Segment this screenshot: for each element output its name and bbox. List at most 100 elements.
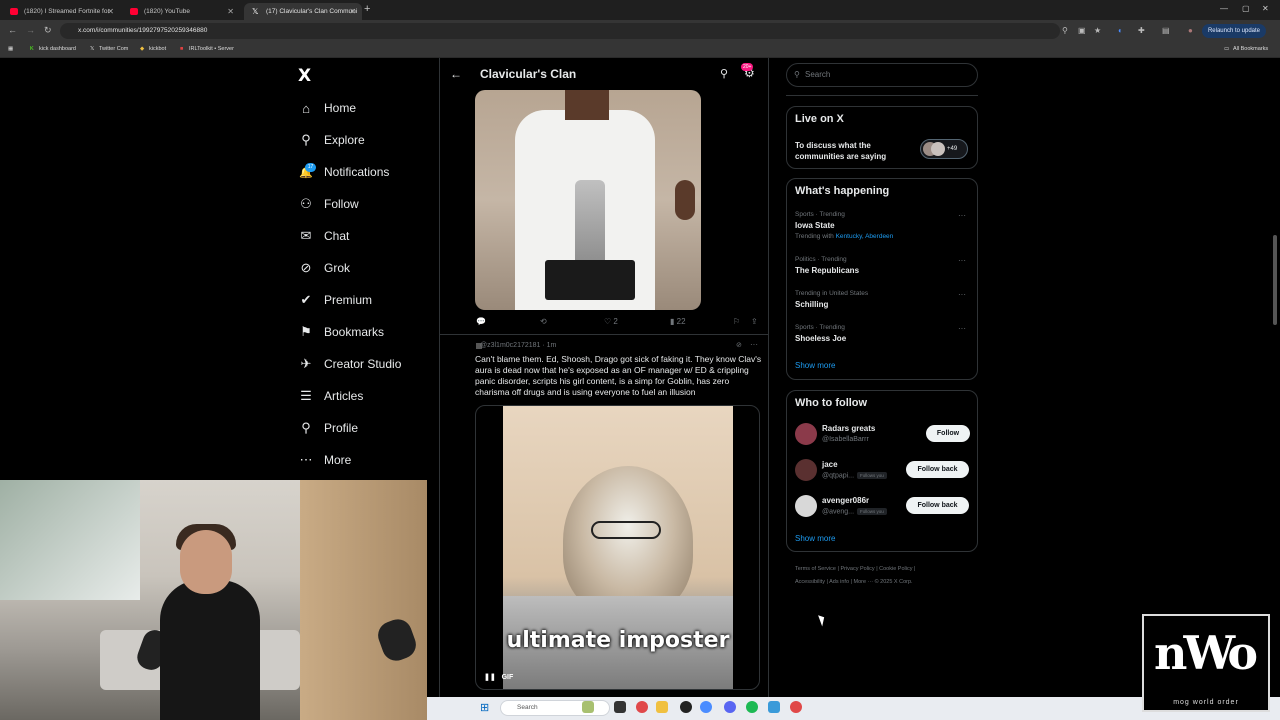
trend-item[interactable]: Politics · Trending The Republicans [795, 256, 859, 275]
tab-youtube[interactable]: (1820) YouTube ✕ [122, 3, 240, 20]
trend-item[interactable]: Sports · Trending Shoeless Joe [795, 324, 846, 343]
more-icon[interactable]: ··· [958, 211, 966, 220]
trend-item[interactable]: Sports · Trending Iowa State Trending wi… [795, 211, 893, 240]
apps-icon[interactable]: ▦ [8, 46, 13, 52]
cast-icon[interactable]: ▣ [1078, 26, 1086, 35]
close-icon[interactable]: ✕ [227, 3, 234, 20]
new-tab-button[interactable]: + [364, 3, 370, 15]
search-input[interactable]: Search [786, 63, 978, 87]
tab-x-community[interactable]: 𝕏 (17) Clavicular's Clan Communi ✕ [244, 3, 362, 20]
nav-creator-studio[interactable]: ✈ Creator Studio [298, 352, 402, 376]
zoom-icon[interactable]: ⚲ [1062, 26, 1068, 35]
close-icon[interactable]: ✕ [349, 3, 356, 20]
nav-premium[interactable]: ✔ Premium [298, 288, 372, 312]
show-more-link[interactable]: Show more [795, 361, 835, 370]
more-icon[interactable]: ··· [750, 340, 758, 349]
close-icon[interactable]: ✕ [107, 3, 114, 20]
footer-links[interactable]: Terms of Service | Privacy Policy | Cook… [795, 566, 915, 572]
bookmark-item[interactable]: ◆ kickbot [140, 46, 166, 52]
views-button[interactable]: ▮ 22 [670, 317, 686, 326]
nav-grok[interactable]: ⊘ Grok [298, 256, 350, 280]
like-button[interactable]: ♡ 2 [604, 317, 618, 326]
user-suggestion[interactable]: avenger086r @aveng... Follows you [822, 496, 887, 515]
bookmark-item[interactable]: Kkick dashboard [30, 46, 76, 52]
live-avatars-pill[interactable]: +49 [920, 139, 968, 159]
x-logo[interactable]: X [298, 66, 311, 86]
star-icon[interactable]: ★ [1094, 26, 1101, 35]
more-icon[interactable]: ··· [958, 256, 966, 265]
taskview-icon[interactable] [614, 701, 626, 713]
profile-icon: ⚲ [301, 420, 311, 435]
tab-bar: (1820) I Streamed Fortnite for ✕ (1820) … [0, 0, 1280, 20]
image-hand [675, 180, 695, 220]
reply-icon[interactable]: 💬 [476, 317, 486, 326]
more-icon[interactable]: ··· [958, 324, 966, 333]
bookmark-label: kickbot [149, 46, 167, 52]
nav-label: Articles [324, 389, 364, 403]
post-image[interactable] [475, 90, 701, 310]
scrollbar[interactable] [1273, 235, 1277, 325]
relaunch-button[interactable]: Relaunch to update [1201, 24, 1266, 38]
nav-more[interactable]: ⋯ More [298, 448, 352, 472]
more-icon[interactable]: ··· [958, 290, 966, 299]
grok-icon[interactable]: ⊘ [736, 341, 742, 349]
share-icon[interactable]: ⇪ [751, 317, 758, 326]
nav-label: Premium [324, 293, 373, 307]
user-suggestion[interactable]: jace @qtpapi... Follows you [822, 460, 887, 479]
nav-bookmarks[interactable]: ⚑ Bookmarks [298, 320, 384, 344]
reload-icon[interactable]: ↻ [44, 25, 52, 36]
bookmark-icon[interactable]: ⚐ [733, 317, 740, 326]
follow-back-button[interactable]: Follow back [906, 461, 969, 478]
view-count: 22 [676, 317, 686, 326]
avatar[interactable] [795, 423, 817, 445]
bookmark-icon: ⚑ [300, 324, 312, 339]
app-icon[interactable] [768, 701, 780, 713]
windows-start-icon[interactable]: ⊞ [480, 701, 489, 714]
forward-icon[interactable]: → [26, 25, 35, 35]
nav-profile[interactable]: ⚲ Profile [298, 416, 358, 440]
maximize-button[interactable]: ▢ [1242, 4, 1250, 13]
footer-links[interactable]: Accessibility | Ads info | More ··· © 20… [795, 579, 913, 585]
search-icon[interactable]: ⚲ [720, 67, 728, 80]
avatar[interactable] [795, 459, 817, 481]
gif-controls[interactable]: ❚❚ GIF [484, 673, 513, 681]
nav-chat[interactable]: ✉ Chat [298, 224, 350, 248]
follow-back-button[interactable]: Follow back [906, 497, 969, 514]
widget-icon[interactable] [582, 701, 594, 713]
puzzle-icon[interactable]: ✚ [1138, 26, 1145, 35]
follow-button[interactable]: Follow [926, 425, 970, 442]
bookmark-item[interactable]: 𝕏 Twitter Com [90, 46, 128, 52]
avatar[interactable] [795, 495, 817, 517]
post-gif[interactable]: ultimate imposter ❚❚ GIF [475, 405, 760, 690]
folder-icon[interactable] [656, 701, 668, 713]
url-field[interactable]: x.com/i/communities/1992797520259346880 [60, 23, 1060, 39]
nav-home[interactable]: ⌂ Home [298, 96, 356, 120]
user-suggestion[interactable]: Radars greats @IsabellaBarrr [822, 424, 875, 443]
sidepanel-icon[interactable]: ▤ [1162, 26, 1170, 35]
trend-item[interactable]: Trending in United States Schilling [795, 290, 868, 309]
trend-links[interactable]: Kentucky, Aberdeen [836, 233, 894, 240]
app-icon[interactable] [680, 701, 692, 713]
repost-icon[interactable]: ⟲ [540, 317, 547, 326]
profile-avatar[interactable]: ● [1188, 26, 1193, 35]
app-icon[interactable] [700, 701, 712, 713]
back-icon[interactable]: ← [8, 25, 17, 35]
bookmark-item[interactable]: ■ IRLToolkit • Server [180, 46, 234, 52]
show-more-link[interactable]: Show more [795, 534, 835, 543]
spotify-icon[interactable] [746, 701, 758, 713]
app-icon[interactable] [790, 701, 802, 713]
all-bookmarks[interactable]: ▭ All Bookmarks [1224, 46, 1268, 52]
back-arrow-icon[interactable]: ← [450, 67, 462, 81]
extension-icon[interactable]: ◐ [1118, 26, 1123, 35]
post-handle[interactable]: @z3l1m0c2172181 · 1m [480, 342, 556, 349]
who-to-follow-title: Who to follow [795, 397, 868, 409]
trend-name: Iowa State [795, 221, 835, 230]
nav-articles[interactable]: ☰ Articles [298, 384, 363, 408]
chrome-icon[interactable] [636, 701, 648, 713]
minimize-button[interactable]: — [1220, 4, 1228, 13]
nav-follow[interactable]: ⚇ Follow [298, 192, 359, 216]
close-window-button[interactable]: ✕ [1262, 4, 1269, 13]
nav-explore[interactable]: ⚲ Explore [298, 128, 364, 152]
discord-icon[interactable] [724, 701, 736, 713]
tab-youtube-video[interactable]: (1820) I Streamed Fortnite for ✕ [2, 3, 120, 20]
